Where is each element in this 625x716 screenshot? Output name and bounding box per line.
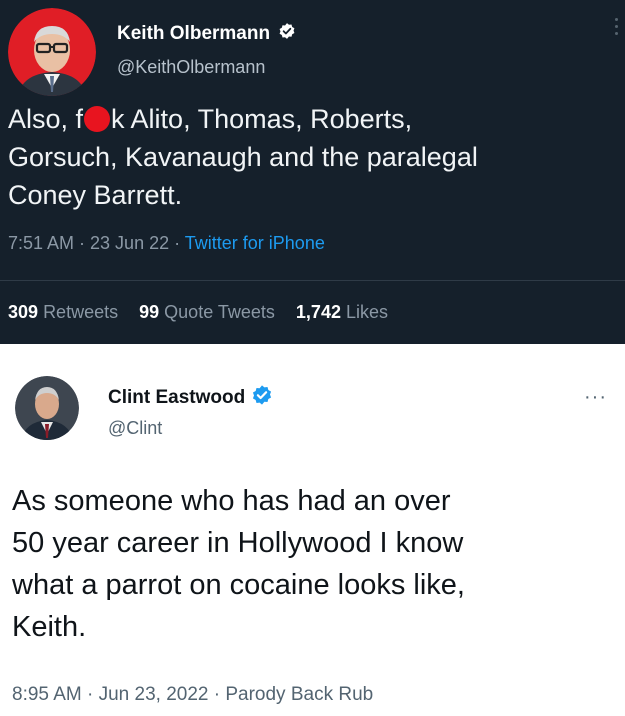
tweet-text: Also, f k Alito, Thomas, Roberts, Gorsuch… [8,100,608,214]
tweet-text-line1-end: k Alito, Thomas, Roberts, [111,104,413,134]
divider [0,280,625,281]
handle[interactable]: @KeithOlbermann [117,57,265,78]
olbermann-name-row: Keith Olbermann [117,22,296,45]
quote-tweets-label: Quote Tweets [164,302,275,322]
retweets-label: Retweets [43,302,119,322]
retweets-count: 309 [8,302,39,322]
eastwood-tweet: Clint Eastwood @Clint ··· As someone who… [0,344,625,716]
tweet-text-line1: As someone who has had an over [12,485,451,517]
quote-tweets-stat[interactable]: 99 Quote Tweets [139,302,275,322]
censor-dot-icon [84,106,111,132]
handle[interactable]: @Clint [108,418,162,439]
engagement-stats: 309 Retweets 99 Quote Tweets 1,742 Likes [8,302,404,323]
tweet-meta: 7:51 AM · 23 Jun 22 · Twitter for iPhone [8,233,325,254]
source-app-link[interactable]: Twitter for iPhone [185,233,325,253]
eastwood-name-row: Clint Eastwood [108,384,273,411]
timestamp[interactable]: 7:51 AM · 23 Jun 22 · [8,233,185,253]
olbermann-tweet: Keith Olbermann @KeithOlbermann Also, f k… [0,0,625,344]
tweet-text: As someone who has had an over 50 year c… [12,480,612,648]
tweet-text-line2: 50 year career in Hollywood I know [12,527,464,559]
verified-badge-icon [278,22,296,45]
olbermann-avatar[interactable] [8,8,96,96]
tweet-text-line2: Gorsuch, Kavanaugh and the paralegal [8,142,478,172]
likes-stat[interactable]: 1,742 Likes [296,302,388,322]
tweet-text-line3: Coney Barrett. [8,180,183,210]
display-name[interactable]: Keith Olbermann [117,23,270,45]
tweet-meta[interactable]: 8:95 AM · Jun 23, 2022 · Parody Back Rub [12,684,373,706]
eastwood-avatar[interactable] [15,376,79,440]
tweet-text-line1-start: Also, f [8,104,84,134]
quote-tweets-count: 99 [139,302,160,322]
display-name[interactable]: Clint Eastwood [108,387,245,409]
likes-count: 1,742 [295,302,341,322]
verified-badge-icon [251,384,273,411]
more-options-icon[interactable]: ··· [584,386,607,409]
tweet-text-line3: what a parrot on cocaine looks like, [12,569,465,601]
more-options-icon[interactable] [615,18,619,35]
likes-label: Likes [345,302,389,322]
retweets-stat[interactable]: 309 Retweets [8,302,118,322]
tweet-text-line4: Keith. [12,611,87,643]
